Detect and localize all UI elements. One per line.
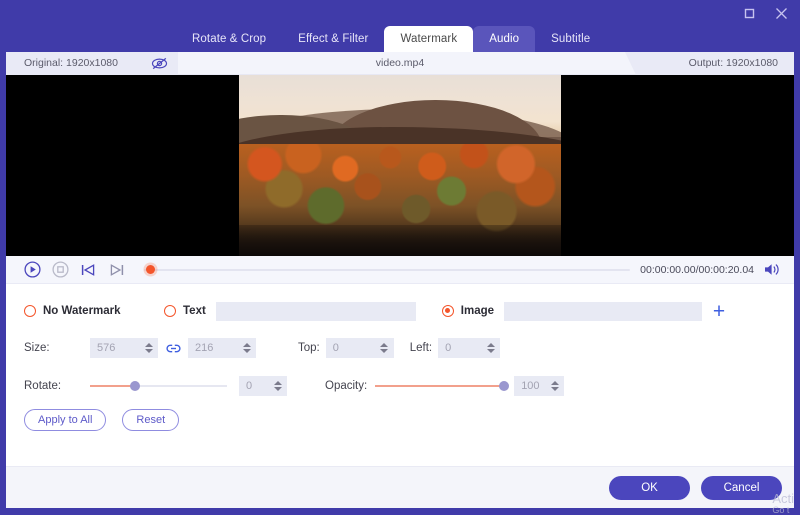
chevron-down-icon[interactable] — [144, 349, 153, 353]
editor-panel: Original: 1920x1080 video.mp4 Output: 19… — [6, 52, 794, 508]
size-width-value: 576 — [97, 342, 116, 354]
radio-no-watermark[interactable]: No Watermark — [24, 305, 144, 317]
chevron-up-icon[interactable] — [242, 343, 251, 347]
rotate-arrows[interactable] — [271, 376, 287, 396]
chevron-down-icon[interactable] — [380, 349, 389, 353]
window-controls — [740, 4, 790, 22]
title-bar — [0, 0, 800, 28]
size-width-arrows[interactable] — [142, 338, 158, 358]
watermark-text-input[interactable] — [215, 301, 416, 321]
radio-text[interactable]: Text — [164, 305, 206, 317]
timeline-track — [144, 268, 631, 271]
cancel-button[interactable]: Cancel — [701, 475, 782, 500]
maximize-icon[interactable] — [740, 4, 758, 22]
timecode-label: 00:00:00.00/00:00:20.04 — [640, 263, 754, 276]
radio-image-label: Image — [460, 305, 495, 317]
play-circle-icon[interactable] — [20, 258, 44, 282]
rotate-stepper[interactable]: 0 — [239, 376, 287, 396]
opacity-stepper[interactable]: 100 — [514, 376, 565, 396]
top-arrows[interactable] — [378, 338, 394, 358]
opacity-slider-thumb[interactable] — [499, 381, 510, 391]
opacity-slider[interactable] — [375, 376, 510, 396]
previous-frame-icon[interactable] — [76, 258, 100, 282]
radio-image[interactable]: Image — [441, 305, 495, 317]
ok-button[interactable]: OK — [609, 475, 690, 500]
stop-circle-icon[interactable] — [48, 258, 72, 282]
watermark-source-row: No Watermark Text Image + — [24, 296, 776, 326]
left-value: 0 — [445, 342, 452, 354]
close-icon[interactable] — [772, 4, 790, 22]
chevron-up-icon[interactable] — [380, 343, 389, 347]
tab-bar: Rotate & Crop Effect & Filter Watermark … — [0, 26, 800, 52]
timeline-slider[interactable] — [144, 258, 631, 282]
chevron-up-icon[interactable] — [486, 343, 495, 347]
radio-text-label: Text — [183, 305, 206, 317]
size-label: Size: — [24, 342, 50, 354]
tab-effect-filter[interactable]: Effect & Filter — [282, 26, 384, 52]
size-height-stepper[interactable]: 216 — [188, 338, 256, 358]
video-converter-window: Rotate & Crop Effect & Filter Watermark … — [0, 0, 800, 515]
file-name-label: video.mp4 — [375, 57, 425, 69]
tab-subtitle[interactable]: Subtitle — [535, 26, 606, 52]
next-frame-icon[interactable] — [104, 258, 128, 282]
chevron-down-icon[interactable] — [486, 349, 495, 353]
apply-to-all-button[interactable]: Apply to All — [24, 409, 107, 431]
output-resolution-label: Output: 1920x1080 — [688, 57, 778, 69]
link-icon[interactable] — [162, 338, 184, 358]
radio-no-watermark-dot — [24, 305, 36, 317]
top-value: 0 — [332, 342, 339, 354]
timeline-playhead[interactable] — [146, 264, 155, 274]
video-frame — [239, 75, 561, 256]
radio-no-watermark-label: No Watermark — [43, 305, 121, 317]
opacity-label: Opacity: — [325, 380, 368, 392]
reset-button[interactable]: Reset — [122, 409, 180, 431]
radio-text-dot — [164, 305, 176, 317]
resolution-info-bar: Original: 1920x1080 video.mp4 Output: 19… — [6, 52, 794, 75]
tab-watermark[interactable]: Watermark — [384, 26, 474, 52]
left-stepper[interactable]: 0 — [438, 338, 501, 358]
chevron-down-icon[interactable] — [550, 387, 559, 391]
chevron-up-icon[interactable] — [144, 343, 153, 347]
playback-transport-bar: 00:00:00.00/00:00:20.04 — [6, 256, 794, 284]
rotate-value: 0 — [246, 380, 253, 392]
left-arrows[interactable] — [484, 338, 500, 358]
top-label: Top: — [298, 342, 320, 354]
chevron-down-icon[interactable] — [273, 387, 282, 391]
add-image-icon[interactable]: + — [708, 300, 730, 322]
chevron-up-icon[interactable] — [550, 381, 559, 385]
volume-icon[interactable] — [760, 259, 782, 281]
opacity-value: 100 — [521, 380, 540, 392]
watermark-image-input[interactable] — [504, 301, 703, 321]
size-position-row: Size: 576 216 Top: 0 Left: 0 — [24, 332, 776, 364]
rotate-slider-thumb[interactable] — [130, 381, 141, 391]
size-width-stepper[interactable]: 576 — [90, 338, 158, 358]
radio-image-dot — [441, 305, 454, 317]
tab-rotate-crop[interactable]: Rotate & Crop — [176, 26, 282, 52]
size-height-value: 216 — [195, 342, 214, 354]
watermark-controls: No Watermark Text Image + Size: 576 216 … — [6, 284, 794, 460]
video-preview-area[interactable] — [6, 75, 794, 256]
rotate-slider[interactable] — [90, 376, 227, 396]
left-label: Left: — [409, 342, 433, 354]
chevron-down-icon[interactable] — [242, 349, 251, 353]
tab-audio[interactable]: Audio — [473, 26, 536, 52]
opacity-arrows[interactable] — [548, 376, 564, 396]
rotate-label: Rotate: — [24, 380, 62, 392]
size-height-arrows[interactable] — [240, 338, 256, 358]
dialog-footer: OK Cancel — [6, 466, 794, 508]
apply-reset-row: Apply to All Reset — [24, 404, 776, 436]
rotate-slider-fill — [90, 385, 136, 387]
top-stepper[interactable]: 0 — [325, 338, 394, 358]
rotate-opacity-row: Rotate: 0 Opacity: 100 — [24, 370, 776, 402]
opacity-slider-fill — [375, 385, 505, 387]
chevron-up-icon[interactable] — [273, 381, 282, 385]
preview-forest-shadow — [239, 225, 561, 256]
